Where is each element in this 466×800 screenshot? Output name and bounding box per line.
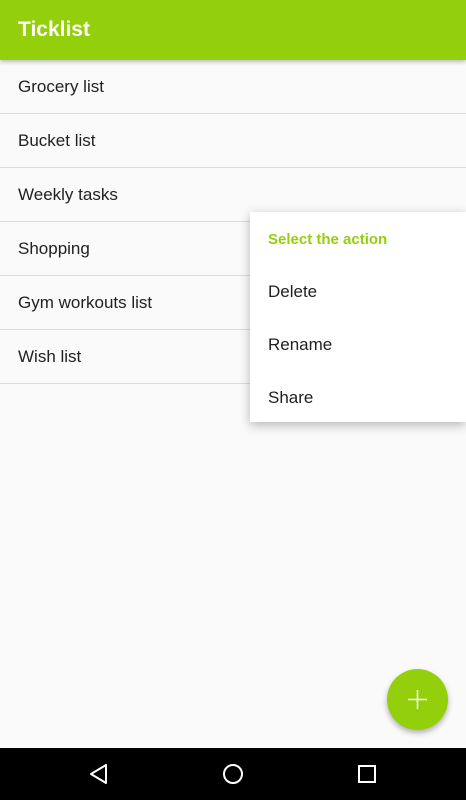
list-item-label: Wish list — [18, 346, 82, 366]
list-item-label: Bucket list — [18, 130, 96, 150]
system-nav-bar — [0, 748, 466, 800]
action-menu: Select the action Delete Rename Share — [250, 212, 466, 422]
rename-menu-item[interactable]: Rename — [250, 318, 466, 371]
app-title: Ticklist — [18, 18, 90, 41]
list-item-label: Shopping — [18, 238, 90, 258]
home-icon — [223, 764, 243, 784]
list-item[interactable]: Bucket list — [0, 114, 466, 168]
app-bar: Ticklist — [0, 0, 466, 60]
plus-icon — [408, 690, 427, 709]
list-item[interactable]: Grocery list — [0, 60, 466, 114]
recents-button[interactable] — [355, 762, 379, 786]
home-button[interactable] — [221, 762, 245, 786]
share-menu-item[interactable]: Share — [250, 371, 466, 424]
list-item-label: Weekly tasks — [18, 184, 118, 204]
add-list-button[interactable] — [387, 669, 448, 730]
recents-icon — [358, 765, 376, 783]
menu-title: Select the action — [268, 231, 388, 248]
back-icon — [90, 764, 107, 784]
back-button[interactable] — [87, 762, 111, 786]
list-item-label: Grocery list — [18, 76, 104, 96]
delete-menu-item[interactable]: Delete — [250, 265, 466, 318]
list-item-label: Gym workouts list — [18, 292, 153, 312]
